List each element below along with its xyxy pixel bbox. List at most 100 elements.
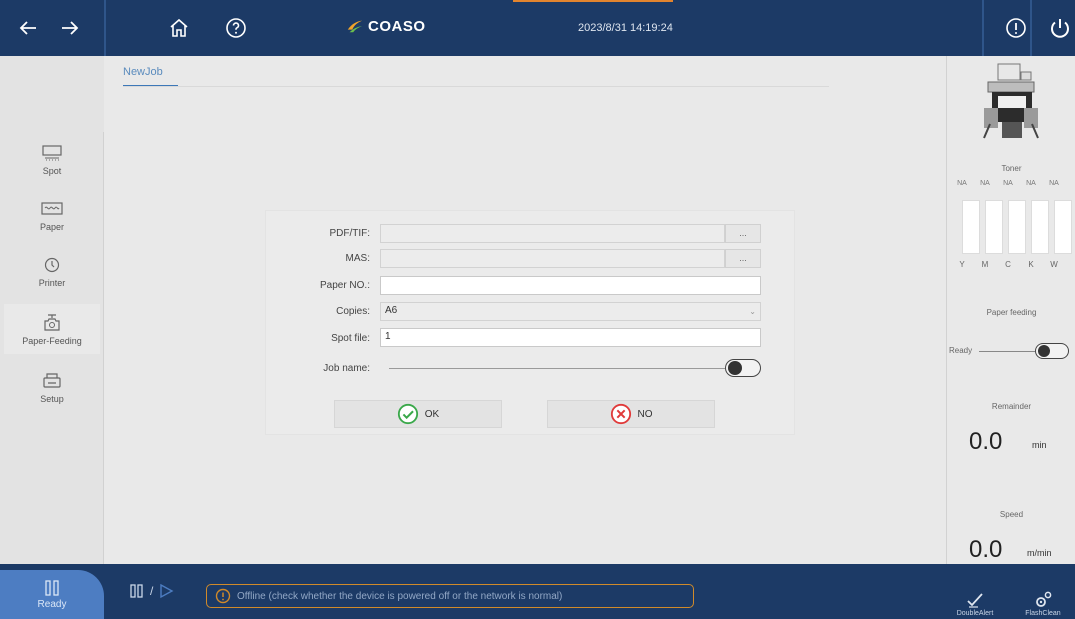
brand-name: COASO — [368, 17, 426, 35]
sidebar-item-label: Printer — [38, 277, 66, 288]
info-icon[interactable] — [998, 10, 1034, 46]
no-button[interactable]: NO — [547, 400, 715, 428]
x-circle-icon — [610, 403, 631, 425]
pause-control-icon[interactable] — [128, 583, 146, 599]
sidebar-item-printer[interactable]: Printer — [4, 246, 100, 296]
paper-feeding-icon — [44, 313, 60, 331]
help-icon[interactable] — [218, 10, 254, 46]
flash-clean-button[interactable]: FlashClean — [1014, 576, 1072, 619]
paper-icon — [41, 201, 63, 215]
sidebar-item-spot[interactable]: Spot — [4, 134, 100, 184]
pause-icon — [45, 580, 59, 596]
app-window: COASO 2023/8/31 14:19:24 Spot Paper Prin… — [0, 0, 1075, 619]
spot-file-label: Spot file: — [331, 333, 370, 344]
mas-file-input[interactable] — [380, 249, 725, 268]
speed-value: 0.0 — [969, 536, 1003, 563]
toggle-knob — [728, 361, 742, 375]
toner-label-w: W — [1050, 260, 1058, 269]
check-circle-icon — [397, 403, 418, 425]
speed-unit: m/min — [1027, 548, 1052, 558]
status-message-text: Offline (check whether the device is pow… — [237, 590, 563, 602]
paper-no-label: Paper NO.: — [319, 280, 370, 291]
power-icon[interactable] — [1042, 10, 1075, 46]
mas-browse-button[interactable]: ... — [725, 249, 761, 268]
toner-k-value: NA — [1026, 180, 1036, 187]
no-button-label: NO — [637, 408, 653, 420]
speed-label: Speed — [999, 510, 1024, 519]
remainder-value: 0.0 — [969, 428, 1003, 455]
toner-label-c: C — [1005, 260, 1011, 269]
ready-label: Ready — [37, 599, 67, 610]
sidebar-item-label: Spot — [42, 165, 62, 176]
playback-controls: / — [128, 583, 175, 599]
double-alert-label: DoubleAlert — [956, 610, 994, 617]
datetime-display: 2023/8/31 14:19:24 — [578, 22, 673, 34]
paper-feeding-label: Paper feeding — [986, 308, 1037, 317]
mas-label: MAS: — [345, 253, 370, 264]
toggle-knob — [1038, 345, 1050, 357]
brand-logo: COASO — [346, 17, 426, 35]
toner-w-value: NA — [1049, 180, 1059, 187]
printer-machine-image — [983, 63, 1039, 139]
right-panel: Toner NA NA NA NA NA Y M C K W Paper fee… — [946, 56, 1075, 564]
paper-feeding-toggle[interactable] — [1035, 343, 1069, 359]
tab-newjob[interactable]: NewJob — [123, 66, 163, 78]
sidebar-item-paper[interactable]: Paper — [4, 190, 100, 240]
tab-baseline — [123, 86, 829, 87]
main-content: NewJob PDF/TIF: ... MAS: ... Paper NO.: … — [105, 56, 945, 564]
pdf-file-input[interactable] — [380, 224, 725, 243]
brand-logo-icon — [347, 20, 363, 33]
sidebar-item-label: Paper-Feeding — [22, 335, 82, 346]
top-accent-line — [513, 0, 673, 2]
toner-c-value: NA — [1003, 180, 1013, 187]
status-message-box: Offline (check whether the device is pow… — [206, 584, 694, 608]
ok-button[interactable]: OK — [334, 400, 502, 428]
warning-icon — [215, 588, 231, 604]
toner-bar-c — [1008, 200, 1026, 254]
job-name-toggle[interactable] — [725, 359, 761, 377]
toner-bar-m — [985, 200, 1003, 254]
job-name-slider-track — [389, 368, 725, 369]
job-name-label: Job name: — [323, 363, 370, 374]
copies-label: Copies: — [336, 306, 370, 317]
gears-icon — [1036, 591, 1052, 607]
control-separator: / — [150, 584, 154, 598]
pdf-browse-button[interactable]: ... — [725, 224, 761, 243]
remainder-label: Remainder — [991, 402, 1032, 411]
toner-title: Toner — [1001, 164, 1022, 173]
copies-select-value: A6 — [385, 305, 398, 316]
play-control-icon[interactable] — [157, 583, 175, 599]
pen-check-icon — [967, 593, 983, 608]
sidebar-item-label: Setup — [40, 393, 64, 404]
setup-icon — [43, 372, 61, 388]
toner-m-value: NA — [980, 180, 990, 187]
back-arrow-icon[interactable] — [10, 10, 46, 46]
top-divider-right2 — [1030, 0, 1032, 56]
top-bar: COASO 2023/8/31 14:19:24 — [0, 0, 1075, 56]
toner-bar-w — [1054, 200, 1072, 254]
chevron-down-icon: ⌄ — [749, 307, 756, 316]
pdf-label: PDF/TIF: — [329, 228, 370, 239]
home-icon[interactable] — [161, 10, 197, 46]
toner-label-y: Y — [959, 260, 965, 269]
copies-select[interactable]: A6 ⌄ — [380, 302, 761, 321]
sidebar-item-paper-feeding[interactable]: Paper-Feeding — [4, 304, 100, 354]
bottom-bar: Ready / Offline (check whether the devic… — [0, 564, 1075, 619]
toner-bar-y — [962, 200, 980, 254]
forward-arrow-icon[interactable] — [52, 10, 88, 46]
left-sidebar: Spot Paper Printer Paper-Feeding Setup — [0, 56, 104, 564]
sidebar-item-label: Paper — [39, 221, 65, 232]
sidebar-item-setup[interactable]: Setup — [4, 362, 100, 412]
ready-button[interactable]: Ready — [0, 570, 104, 619]
toner-bar-k — [1031, 200, 1049, 254]
double-alert-button[interactable]: DoubleAlert — [946, 576, 1004, 619]
paper-feeding-line — [979, 351, 1035, 352]
toner-label-k: K — [1028, 260, 1034, 269]
flash-clean-label: FlashClean — [1025, 610, 1061, 617]
spot-icon — [42, 144, 62, 160]
spot-file-input[interactable]: 1 — [380, 328, 761, 347]
paper-no-input[interactable] — [380, 276, 761, 295]
printer-icon — [44, 257, 60, 272]
sidebar-header-space — [0, 56, 104, 132]
top-divider-right — [982, 0, 984, 56]
